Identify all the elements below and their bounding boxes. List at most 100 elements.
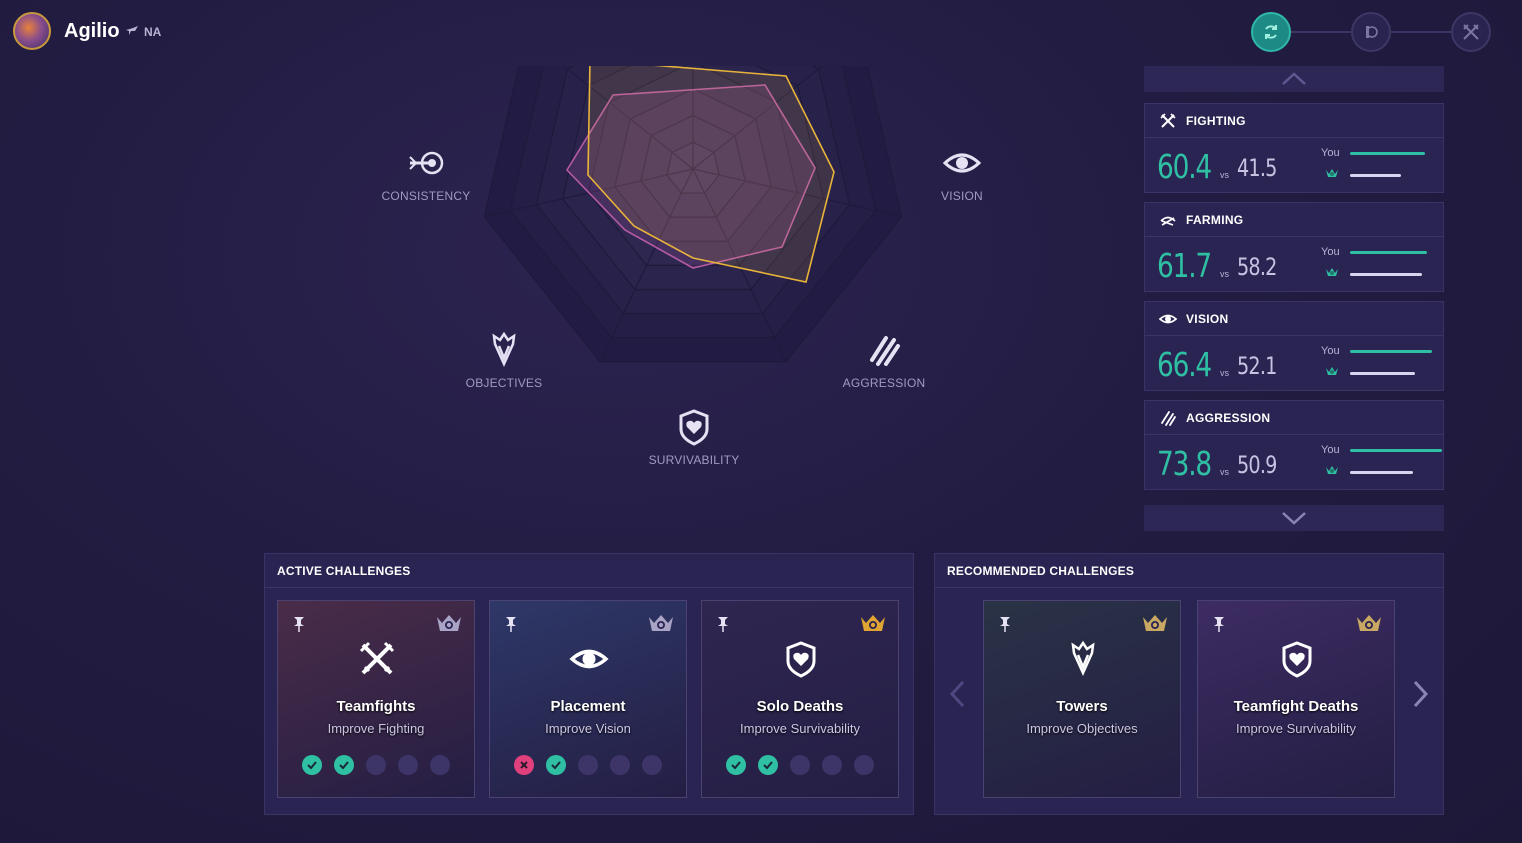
progress-empty-dot [430, 755, 450, 775]
target-arrow-icon [406, 143, 446, 183]
check-icon [307, 761, 317, 770]
objective-icon [1071, 640, 1095, 677]
stat-average-value: 41.5 [1237, 154, 1277, 182]
stat-card-header: VISION [1145, 302, 1443, 336]
recommended-card[interactable]: Towers Improve Objectives [983, 600, 1181, 798]
progress-empty-dot [366, 755, 386, 775]
active-challenges-title: ACTIVE CHALLENGES [265, 554, 913, 588]
challenge-card[interactable]: Teamfights Improve Fighting [277, 600, 475, 798]
stat-card-header: FIGHTING [1145, 104, 1443, 138]
pin-icon[interactable] [292, 615, 306, 633]
challenge-subtitle: Improve Survivability [1236, 721, 1356, 736]
stat-you-label: You [1321, 147, 1340, 159]
stat-you-label: You [1321, 444, 1340, 456]
recommended-challenges-panel: RECOMMENDED CHALLENGES Towers Improve Obj… [934, 553, 1444, 815]
stat-average-value: 50.9 [1237, 451, 1277, 479]
challenge-title: Towers [1056, 698, 1108, 715]
pin-icon[interactable] [716, 615, 730, 633]
challenge-card[interactable]: Placement Improve Vision [489, 600, 687, 798]
crossed-swords-icon [359, 641, 395, 675]
challenge-subtitle: Improve Survivability [740, 721, 860, 736]
check-icon [763, 761, 773, 770]
pin-icon[interactable] [1212, 615, 1226, 633]
challenge-title: Placement [550, 698, 626, 715]
active-challenges-panel: ACTIVE CHALLENGES Teamfights Improve Figh… [264, 553, 914, 815]
progress-fail-dot [514, 755, 534, 775]
rank-emblem-icon [1143, 615, 1167, 631]
stat-you-label: You [1321, 345, 1340, 357]
check-icon [551, 761, 561, 770]
chevron-down-icon [1282, 512, 1306, 525]
stat-vs-label: vs [1220, 269, 1229, 279]
challenge-progress [726, 755, 886, 775]
progress-success-dot [302, 755, 322, 775]
rank-emblem-icon [1326, 466, 1338, 474]
carousel-prev-button[interactable] [947, 679, 967, 709]
stat-title: FARMING [1186, 212, 1244, 227]
eye-icon [1159, 314, 1177, 323]
progress-success-dot [334, 755, 354, 775]
rank-emblem-icon [649, 615, 673, 631]
claw-icon [1161, 410, 1176, 426]
stat-card-fighting[interactable]: FIGHTING 60.4 vs 41.5 You [1144, 103, 1444, 193]
stat-average-bar [1350, 273, 1422, 276]
stat-card-farming[interactable]: FARMING 61.7 vs 58.2 You [1144, 202, 1444, 292]
rank-emblem-icon [1326, 169, 1338, 177]
stat-you-bar [1350, 350, 1432, 353]
challenge-card[interactable]: Solo Deaths Improve Survivability [701, 600, 899, 798]
stat-you-value: 73.8 [1157, 444, 1212, 483]
x-icon [520, 761, 528, 769]
stat-average-value: 58.2 [1237, 253, 1277, 281]
recommended-card[interactable]: Teamfight Deaths Improve Survivability [1197, 600, 1395, 798]
stat-title: FIGHTING [1186, 113, 1246, 128]
progress-success-dot [546, 755, 566, 775]
stat-title: AGGRESSION [1186, 410, 1271, 425]
stat-you-bar [1350, 251, 1427, 254]
progress-empty-dot [790, 755, 810, 775]
progress-empty-dot [854, 755, 874, 775]
challenge-title: Solo Deaths [756, 698, 844, 715]
objective-icon [484, 330, 524, 370]
eye-icon [942, 143, 982, 183]
eye-icon [569, 649, 609, 669]
axis-label-survivability: SURVIVABILITY [648, 453, 740, 467]
stat-card-header: FARMING [1145, 203, 1443, 237]
challenge-subtitle: Improve Objectives [1026, 721, 1138, 736]
stat-average-bar [1350, 471, 1413, 474]
rank-emblem-icon [437, 615, 461, 631]
stat-you-bar [1350, 449, 1442, 452]
progress-empty-dot [578, 755, 598, 775]
rank-emblem-icon [861, 615, 885, 631]
axis-label-aggression: AGGRESSION [842, 376, 926, 390]
scroll-down-button[interactable] [1144, 505, 1444, 531]
carousel-next-button[interactable] [1411, 679, 1431, 709]
rank-emblem-icon [1326, 367, 1338, 375]
progress-empty-dot [642, 755, 662, 775]
farming-icon [1160, 216, 1176, 226]
axis-label-vision: VISION [941, 189, 983, 203]
challenge-progress [302, 755, 462, 775]
progress-success-dot [758, 755, 778, 775]
stat-average-value: 52.1 [1237, 352, 1277, 380]
scroll-up-button[interactable] [1144, 66, 1444, 92]
axis-label-consistency: CONSISTENCY [381, 189, 471, 203]
claw-icon [864, 330, 904, 370]
stat-vs-label: vs [1220, 368, 1229, 378]
pin-icon[interactable] [998, 615, 1012, 633]
shield-heart-icon [786, 641, 816, 678]
stat-card-vision[interactable]: VISION 66.4 vs 52.1 You [1144, 301, 1444, 391]
challenge-subtitle: Improve Fighting [327, 721, 425, 736]
stat-you-label: You [1321, 246, 1340, 258]
recommended-challenges-title: RECOMMENDED CHALLENGES [935, 554, 1443, 588]
crossed-swords-icon [1160, 112, 1176, 128]
check-icon [731, 761, 741, 770]
shield-heart-icon [1282, 641, 1312, 678]
stat-you-value: 66.4 [1157, 345, 1212, 384]
stat-card-aggression[interactable]: AGGRESSION 73.8 vs 50.9 You [1144, 400, 1444, 490]
progress-empty-dot [398, 755, 418, 775]
progress-empty-dot [822, 755, 842, 775]
stat-vs-label: vs [1220, 170, 1229, 180]
pin-icon[interactable] [504, 615, 518, 633]
stat-average-bar [1350, 372, 1415, 375]
shield-heart-icon [674, 407, 714, 447]
